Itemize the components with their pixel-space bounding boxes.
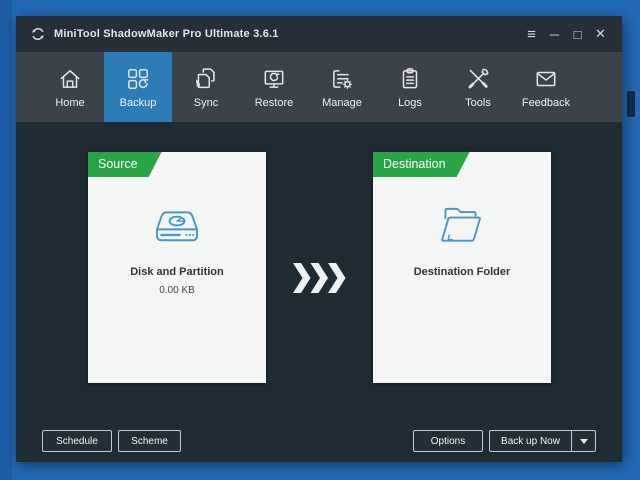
disk-icon: [149, 198, 205, 252]
desktop-background-strip: [0, 0, 12, 480]
chevron-down-icon: [580, 439, 588, 444]
nav-item-restore[interactable]: Restore: [240, 52, 308, 122]
nav-label: Feedback: [522, 97, 570, 109]
maximize-icon[interactable]: □: [566, 22, 589, 46]
home-icon: [57, 66, 83, 92]
close-icon[interactable]: ✕: [589, 22, 612, 46]
backup-icon: [125, 66, 151, 92]
destination-card[interactable]: Destination Destination Folder: [373, 152, 551, 383]
source-item-size: 0.00 KB: [159, 285, 195, 296]
minitool-logo-icon: [30, 26, 46, 42]
nav-item-feedback[interactable]: Feedback: [512, 52, 580, 122]
window-controls: ≡ ─ □ ✕: [520, 22, 612, 46]
nav-label: Home: [55, 97, 84, 109]
logs-icon: [397, 66, 423, 92]
chevron-right-arrows-icon: [293, 263, 346, 293]
folder-icon: [434, 198, 490, 252]
main-nav: Home Backup Sync: [16, 52, 622, 122]
nav-item-tools[interactable]: Tools: [444, 52, 512, 122]
source-card[interactable]: Source Disk and Partition 0.00 KB: [88, 152, 266, 383]
nav-item-manage[interactable]: Manage: [308, 52, 376, 122]
titlebar: MiniTool ShadowMaker Pro Ultimate 3.6.1 …: [16, 16, 622, 52]
feedback-icon: [533, 66, 559, 92]
source-tab-label: Source: [88, 152, 162, 177]
tools-icon: [465, 66, 491, 92]
source-card-body: Disk and Partition 0.00 KB: [88, 177, 266, 383]
schedule-button[interactable]: Schedule: [42, 430, 112, 452]
backup-now-label: Back up Now: [490, 436, 571, 447]
nav-label: Manage: [322, 97, 362, 109]
options-button[interactable]: Options: [413, 430, 483, 452]
desktop-background-artifact: [627, 91, 635, 117]
nav-label: Sync: [194, 97, 218, 109]
nav-item-sync[interactable]: Sync: [172, 52, 240, 122]
menu-icon[interactable]: ≡: [520, 22, 543, 46]
destination-card-body: Destination Folder: [373, 177, 551, 383]
nav-label: Backup: [120, 97, 157, 109]
nav-label: Restore: [255, 97, 294, 109]
window-title: MiniTool ShadowMaker Pro Ultimate 3.6.1: [54, 28, 279, 40]
manage-icon: [329, 66, 355, 92]
scheme-button[interactable]: Scheme: [118, 430, 181, 452]
destination-tab-label: Destination: [373, 152, 470, 177]
backup-now-dropdown[interactable]: [571, 431, 595, 451]
backup-page: Source Disk and Partition 0.00 KB: [16, 122, 622, 462]
nav-label: Logs: [398, 97, 422, 109]
minimize-icon[interactable]: ─: [543, 22, 566, 46]
restore-icon: [261, 66, 287, 92]
source-item-name: Disk and Partition: [130, 266, 224, 278]
backup-now-button[interactable]: Back up Now: [489, 430, 596, 452]
nav-item-backup[interactable]: Backup: [104, 52, 172, 122]
nav-label: Tools: [465, 97, 491, 109]
sync-icon: [193, 66, 219, 92]
app-window: MiniTool ShadowMaker Pro Ultimate 3.6.1 …: [16, 16, 622, 462]
nav-item-home[interactable]: Home: [36, 52, 104, 122]
destination-item-name: Destination Folder: [414, 266, 511, 278]
nav-item-logs[interactable]: Logs: [376, 52, 444, 122]
